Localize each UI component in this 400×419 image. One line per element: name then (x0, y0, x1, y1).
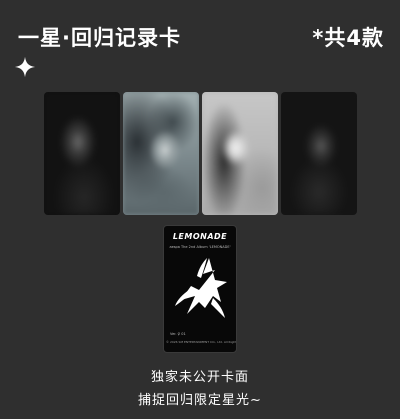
photocard-3[interactable] (202, 92, 278, 215)
sparkle-icon (14, 56, 36, 78)
aespa-logo-icon (175, 258, 227, 318)
caption-line-2: 捕捉回归限定星光~ (138, 393, 262, 408)
photocard-4[interactable] (281, 92, 357, 215)
card-count: *共4款 (312, 26, 384, 50)
album-title: LEMONADE (172, 232, 228, 241)
photocard-3-blurred-image (202, 92, 278, 215)
photocard-1[interactable] (44, 92, 120, 215)
caption-line-1: 独家未公开卡面 (150, 370, 249, 385)
photocard-row (44, 92, 357, 215)
album-copyright: © 2026 SM ENTERTAINMENT CO., Ltd. All Ri… (166, 340, 237, 344)
page-title: 一星·回归记录卡 (18, 26, 181, 50)
photocard-1-blurred-image (44, 92, 120, 215)
album-card-back[interactable]: LEMONADE aespa The 2nd Album 'LEMONADE' … (163, 225, 237, 353)
album-version: Ver. ♀ 01 (170, 332, 186, 336)
album-subtitle: aespa The 2nd Album 'LEMONADE' (169, 245, 231, 249)
photocard-4-blurred-image (281, 92, 357, 215)
photocard-2[interactable] (123, 92, 199, 215)
photocard-2-blurred-image (123, 92, 199, 215)
